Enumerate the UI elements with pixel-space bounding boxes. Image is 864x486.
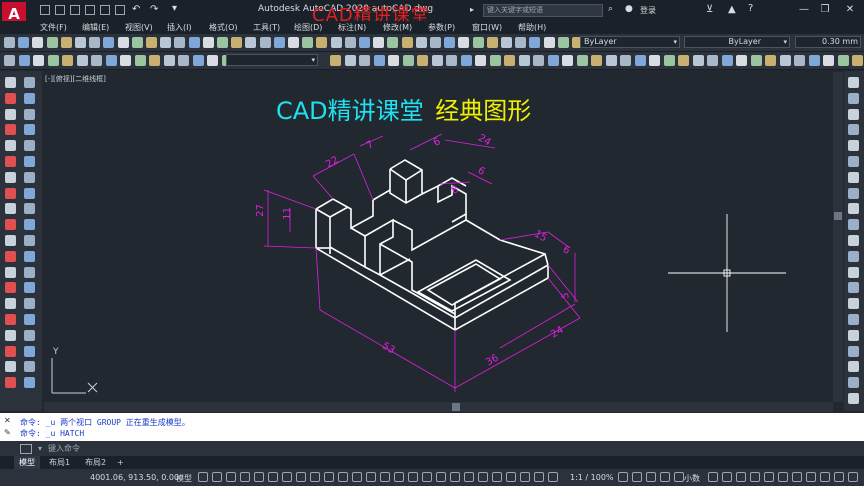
status-toggle-icon[interactable]: [618, 472, 628, 482]
status-toggle-icon[interactable]: [764, 472, 774, 482]
model-lower-step: [379, 243, 456, 315]
scroll-thumb[interactable]: [452, 403, 460, 411]
model-step: [329, 227, 366, 269]
status-toggle-icon[interactable]: [450, 472, 460, 482]
status-toggle-icon[interactable]: [674, 472, 684, 482]
ucs-y-label: Y: [53, 347, 59, 357]
status-toggle-icon[interactable]: [820, 472, 830, 482]
model-space-button[interactable]: 模型: [176, 473, 192, 484]
status-toggle-icon[interactable]: [268, 472, 278, 482]
model-step-inner: [364, 218, 394, 275]
dim-text: 11: [281, 207, 293, 220]
command-history: ✕ ✎ 命令: _u 两个视口 GROUP 正在重生成模型。 命令: _u HA…: [0, 413, 864, 441]
status-toggle-icon[interactable]: [254, 472, 264, 482]
status-toggle-icon[interactable]: [478, 472, 488, 482]
status-toggle-icon[interactable]: [436, 472, 446, 482]
status-toggle-icon[interactable]: [632, 472, 642, 482]
status-toggle-icon[interactable]: [464, 472, 474, 482]
model-edge: [372, 189, 391, 201]
status-toggle-icon[interactable]: [324, 472, 334, 482]
status-toggle-icon[interactable]: [646, 472, 656, 482]
status-toggle-icon[interactable]: [198, 472, 208, 482]
units-button[interactable]: 小数: [684, 473, 700, 484]
status-toggle-icon[interactable]: [394, 472, 404, 482]
status-toggle-icon[interactable]: [750, 472, 760, 482]
status-toggle-icon[interactable]: [660, 472, 670, 482]
dim-text: 27: [254, 204, 266, 217]
model-slot: [416, 259, 512, 312]
command-input[interactable]: 键入命令: [48, 443, 80, 454]
status-toggle-icon[interactable]: [296, 472, 306, 482]
status-toggle-icon[interactable]: [282, 472, 292, 482]
command-history-line: 命令: _u HATCH: [20, 429, 85, 438]
status-toggle-icon[interactable]: [212, 472, 222, 482]
tab-layout1[interactable]: 布局1: [44, 456, 75, 469]
status-toggle-icon[interactable]: [352, 472, 362, 482]
status-toggle-icon[interactable]: [366, 472, 376, 482]
model-right-top-front: [411, 264, 549, 319]
status-toggle-icon[interactable]: [534, 472, 544, 482]
status-toggle-icon[interactable]: [492, 472, 502, 482]
status-toggle-icon[interactable]: [380, 472, 390, 482]
tab-model[interactable]: 模型: [14, 456, 40, 469]
status-toggle-icon[interactable]: [338, 472, 348, 482]
model-edge: [379, 274, 413, 294]
status-toggle-icon[interactable]: [736, 472, 746, 482]
isometric-model: [315, 159, 549, 331]
tab-add[interactable]: +: [112, 456, 129, 469]
command-icon[interactable]: [20, 444, 32, 454]
dim-text: 5: [560, 292, 572, 299]
model-edge: [364, 258, 411, 276]
command-history-line: 命令: _u 两个视口 GROUP 正在重生成模型。: [20, 418, 190, 427]
model-edge: [329, 206, 349, 218]
status-toggle-icon[interactable]: [848, 472, 858, 482]
crosshair-cursor: [668, 214, 786, 332]
status-toggle-icon[interactable]: [792, 472, 802, 482]
status-toggle-icon[interactable]: [408, 472, 418, 482]
status-toggle-icon[interactable]: [506, 472, 516, 482]
tab-layout2[interactable]: 布局2: [80, 456, 111, 469]
status-toggle-icon[interactable]: [834, 472, 844, 482]
status-toggle-icon[interactable]: [806, 472, 816, 482]
annotation-scale[interactable]: 1:1 / 100%: [570, 473, 614, 482]
status-bar: 4001.06, 913.50, 0.00 模型 1:1 / 100% 小数: [0, 469, 864, 486]
settings-icon[interactable]: ✎: [4, 428, 11, 437]
status-toggle-icon[interactable]: [548, 472, 558, 482]
status-toggle-icon[interactable]: [310, 472, 320, 482]
coordinates-readout[interactable]: 4001.06, 913.50, 0.00: [90, 473, 179, 482]
scroll-thumb[interactable]: [834, 212, 842, 220]
status-toggle-icon[interactable]: [722, 472, 732, 482]
chevron-down-icon[interactable]: ▾: [38, 444, 42, 453]
status-toggle-icon[interactable]: [226, 472, 236, 482]
status-toggle-icon[interactable]: [708, 472, 718, 482]
ucs-icon: [51, 358, 98, 394]
close-icon[interactable]: ✕: [4, 416, 11, 425]
layout-tabs: 模型 布局1 布局2 +: [0, 456, 864, 469]
command-input-bar: ▾ 键入命令: [0, 441, 864, 456]
status-toggle-icon[interactable]: [778, 472, 788, 482]
model-post-top: [389, 168, 423, 181]
status-toggle-icon[interactable]: [240, 472, 250, 482]
status-toggle-icon[interactable]: [520, 472, 530, 482]
status-toggle-icon[interactable]: [422, 472, 432, 482]
horizontal-scrollbar[interactable]: [44, 402, 833, 412]
vertical-scrollbar[interactable]: [833, 72, 843, 402]
